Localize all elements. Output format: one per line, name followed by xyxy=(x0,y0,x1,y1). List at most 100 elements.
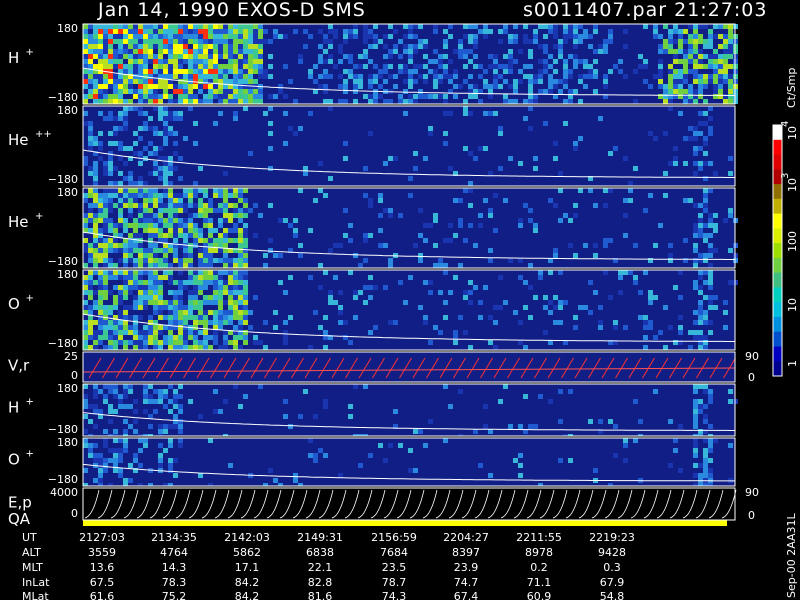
spectrogram-cell xyxy=(563,69,568,74)
spectrogram-cell xyxy=(233,44,238,49)
spectrogram-cell xyxy=(263,320,268,325)
spectrogram-cell xyxy=(368,295,373,300)
spectrogram-cell xyxy=(553,79,558,84)
spectrogram-cell xyxy=(488,213,493,218)
spectrogram-cell xyxy=(113,188,118,193)
spectrogram-cell xyxy=(143,345,148,350)
spectrogram-cell xyxy=(243,223,248,228)
spectrogram-cell xyxy=(678,270,683,275)
spectrogram-cell xyxy=(193,203,198,208)
spectrogram-cell xyxy=(178,156,183,161)
spectrogram-cell xyxy=(578,34,583,39)
spectrogram-cell xyxy=(203,258,208,263)
spectrogram-cell xyxy=(203,275,208,280)
spectrogram-cell xyxy=(583,84,588,89)
spectrogram-cell xyxy=(423,315,428,320)
spectrogram-cell xyxy=(518,161,523,166)
spectrogram-cell xyxy=(328,176,333,181)
spectrogram-cell xyxy=(518,258,523,263)
spectrogram-cell xyxy=(123,389,128,394)
spectrogram-cell xyxy=(208,248,213,253)
spectrogram-cell xyxy=(168,248,173,253)
spectrogram-cell xyxy=(193,345,198,350)
panel-label: H xyxy=(8,398,19,416)
spectrogram-cell xyxy=(433,243,438,248)
spectrogram-cell xyxy=(208,54,213,59)
spectrogram-cell xyxy=(113,131,118,136)
spectrogram-cell xyxy=(203,203,208,208)
spectrogram-cell xyxy=(148,24,153,29)
spectrogram-cell xyxy=(208,228,213,233)
spectrogram-cell xyxy=(523,24,528,29)
spectrogram-cell xyxy=(143,399,148,404)
spectrogram-cell xyxy=(108,79,113,84)
spectrogram-cell xyxy=(133,280,138,285)
ephemeris-cell: 2156:59 xyxy=(371,531,417,544)
spectrogram-cell xyxy=(168,330,173,335)
spectrogram-cell xyxy=(428,290,433,295)
spectrogram-cell xyxy=(678,315,683,320)
spectrogram-cell xyxy=(413,34,418,39)
spectrogram-cell xyxy=(408,79,413,84)
spectrogram-cell xyxy=(148,399,153,404)
spectrogram-cell xyxy=(223,213,228,218)
spectrogram-cell xyxy=(133,315,138,320)
colorbar-swatch xyxy=(773,361,782,377)
spectrogram-cell xyxy=(668,99,673,104)
spectrogram-cell xyxy=(703,258,708,263)
spectrogram-cell xyxy=(403,300,408,305)
spectrogram-cell xyxy=(148,89,153,94)
spectrogram-cell xyxy=(633,99,638,104)
spectrogram-cell xyxy=(218,248,223,253)
spectrogram-cell xyxy=(243,280,248,285)
spectrogram-cell xyxy=(488,94,493,99)
spectrogram-cell xyxy=(473,64,478,69)
spectrogram-cell xyxy=(688,345,693,350)
spectrogram-cell xyxy=(668,419,673,424)
spectrogram-cell xyxy=(148,74,153,79)
spectrogram-cell xyxy=(198,263,203,268)
spectrogram-cell xyxy=(133,106,138,111)
spectrogram-cell xyxy=(493,64,498,69)
spectrogram-cell xyxy=(218,325,223,330)
spectrogram-cell xyxy=(198,275,203,280)
spectrogram-cell xyxy=(393,409,398,414)
spectrogram-cell xyxy=(268,74,273,79)
spectrogram-cell xyxy=(193,335,198,340)
spectrogram-cell xyxy=(693,74,698,79)
spectrogram-cell xyxy=(573,325,578,330)
spectrogram-cell xyxy=(183,69,188,74)
spectrogram-cell xyxy=(198,203,203,208)
spectrogram-cell xyxy=(168,34,173,39)
colorbar-swatch xyxy=(773,213,782,229)
spectrogram-cell xyxy=(248,99,253,104)
spectrogram-cell xyxy=(133,330,138,335)
spectrogram-cell xyxy=(208,74,213,79)
spectrogram-cell xyxy=(453,198,458,203)
spectrogram-cell xyxy=(528,424,533,429)
spectrogram-cell xyxy=(123,345,128,350)
spectrogram-cell xyxy=(368,84,373,89)
spectrogram-cell xyxy=(708,74,713,79)
spectrogram-cell xyxy=(158,453,163,458)
spectrogram-cell xyxy=(698,404,703,409)
spectrogram-cell xyxy=(173,166,178,171)
spectrogram-cell xyxy=(198,300,203,305)
spectrogram-cell xyxy=(103,280,108,285)
spectrogram-cell xyxy=(143,208,148,213)
spectrogram-cell xyxy=(698,64,703,69)
spectrogram-cell xyxy=(468,111,473,116)
y-min-tick: 0 xyxy=(71,507,78,520)
spectrogram-cell xyxy=(528,49,533,54)
spectrogram-cell xyxy=(193,193,198,198)
spectrogram-cell xyxy=(433,29,438,34)
spectrogram-cell xyxy=(133,295,138,300)
spectrogram-cell xyxy=(138,208,143,213)
spectrogram-cell xyxy=(433,79,438,84)
spectrogram-cell xyxy=(488,29,493,34)
spectrogram-cell xyxy=(148,59,153,64)
spectrogram-cell xyxy=(268,146,273,151)
spectrogram-cell xyxy=(143,54,148,59)
colorbar-label: 10 xyxy=(786,178,799,192)
spectrogram-cell xyxy=(708,213,713,218)
